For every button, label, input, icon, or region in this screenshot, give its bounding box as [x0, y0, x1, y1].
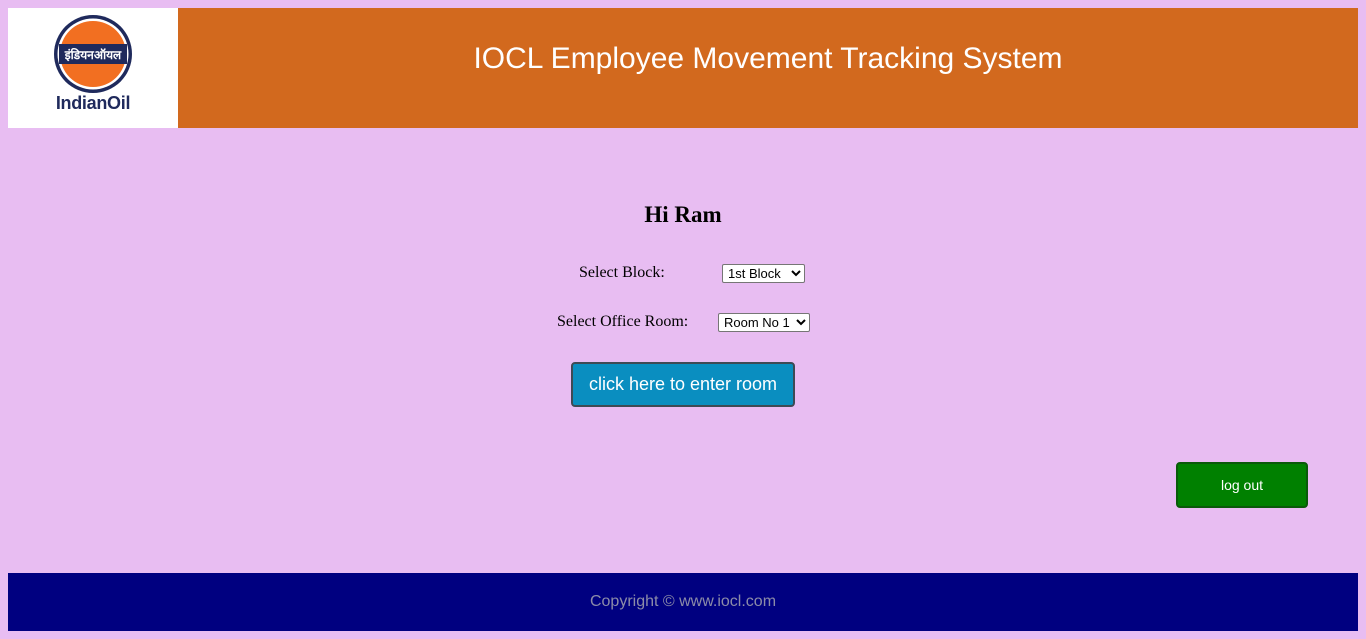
- block-select-label: Select Block:: [579, 264, 665, 281]
- page-title: IOCL Employee Movement Tracking System: [473, 42, 1063, 75]
- logo-container: इंडियनऑयल IndianOil: [8, 8, 178, 128]
- room-select-label: Select Office Room:: [557, 313, 689, 330]
- greeting-heading: Hi Ram: [644, 202, 722, 227]
- room-select[interactable]: Room No 1: [718, 313, 810, 332]
- block-select[interactable]: 1st Block: [722, 264, 805, 283]
- logo-hindi-text: इंडियनऑयल: [64, 48, 122, 62]
- logout-button[interactable]: log out: [1176, 462, 1308, 508]
- enter-room-button[interactable]: click here to enter room: [571, 362, 795, 407]
- indianoil-logo-icon: इंडियनऑयल: [54, 15, 132, 93]
- logo-wordmark: IndianOil: [55, 93, 131, 113]
- copyright-text: Copyright © www.iocl.com: [589, 593, 777, 610]
- header-bar: इंडियनऑयल IndianOil IOCL Employee Moveme…: [8, 8, 1358, 128]
- footer-bar: Copyright © www.iocl.com: [8, 573, 1358, 631]
